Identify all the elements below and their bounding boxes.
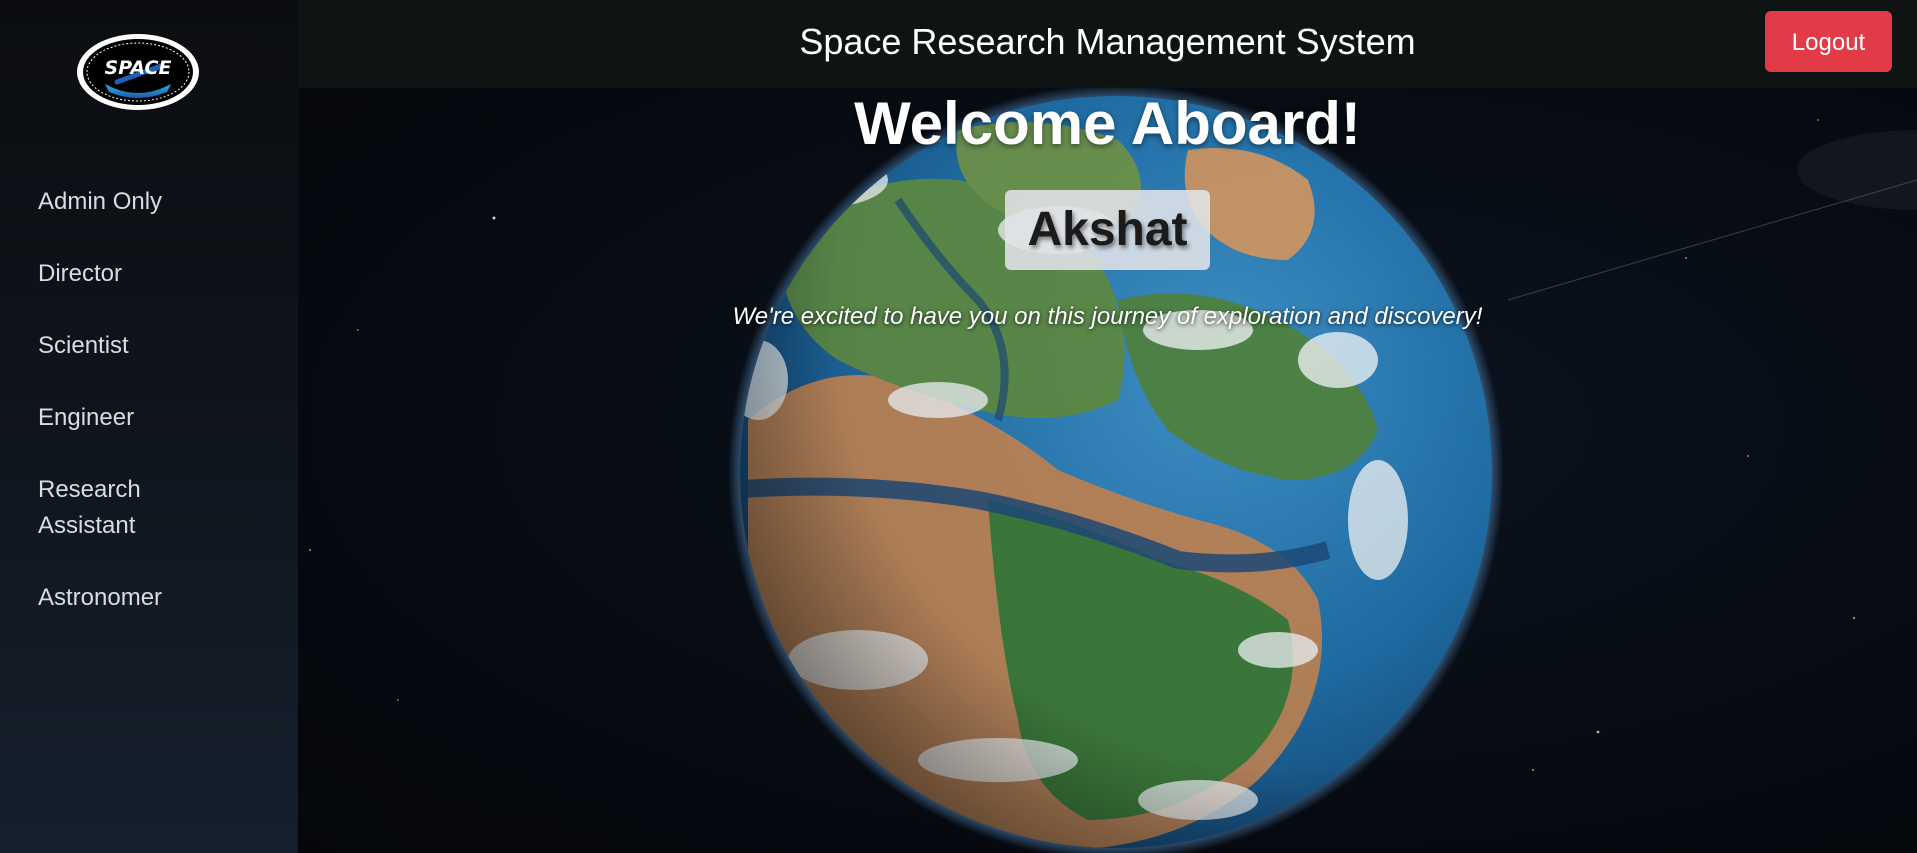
sidebar-nav: Admin Only Director Scientist Engineer R…: [38, 184, 258, 652]
welcome-tagline: We're excited to have you on this journe…: [732, 303, 1483, 330]
sidebar: SPACE Admin Only Director Scientist Engi…: [0, 0, 298, 853]
space-logo[interactable]: SPACE: [75, 32, 201, 112]
sidebar-item-research-assistant[interactable]: Research Assistant: [38, 472, 218, 544]
app-title: Space Research Management System: [799, 21, 1416, 62]
app-window: SPACE Admin Only Director Scientist Engi…: [0, 0, 1917, 853]
sidebar-item-engineer[interactable]: Engineer: [38, 400, 218, 436]
user-name-badge: Akshat: [1005, 190, 1210, 270]
sidebar-item-director[interactable]: Director: [38, 256, 218, 292]
sidebar-item-admin-only[interactable]: Admin Only: [38, 184, 218, 220]
welcome-heading: Welcome Aboard!: [854, 90, 1361, 157]
top-navbar: Space Research Management System Logout: [298, 0, 1917, 88]
sidebar-item-scientist[interactable]: Scientist: [38, 328, 218, 364]
logo-text: SPACE: [105, 57, 172, 79]
main-content: Space Research Management System Logout …: [298, 0, 1917, 853]
sidebar-item-astronomer[interactable]: Astronomer: [38, 580, 218, 616]
space-logo-icon: SPACE: [77, 34, 199, 110]
logout-button[interactable]: Logout: [1765, 11, 1892, 72]
